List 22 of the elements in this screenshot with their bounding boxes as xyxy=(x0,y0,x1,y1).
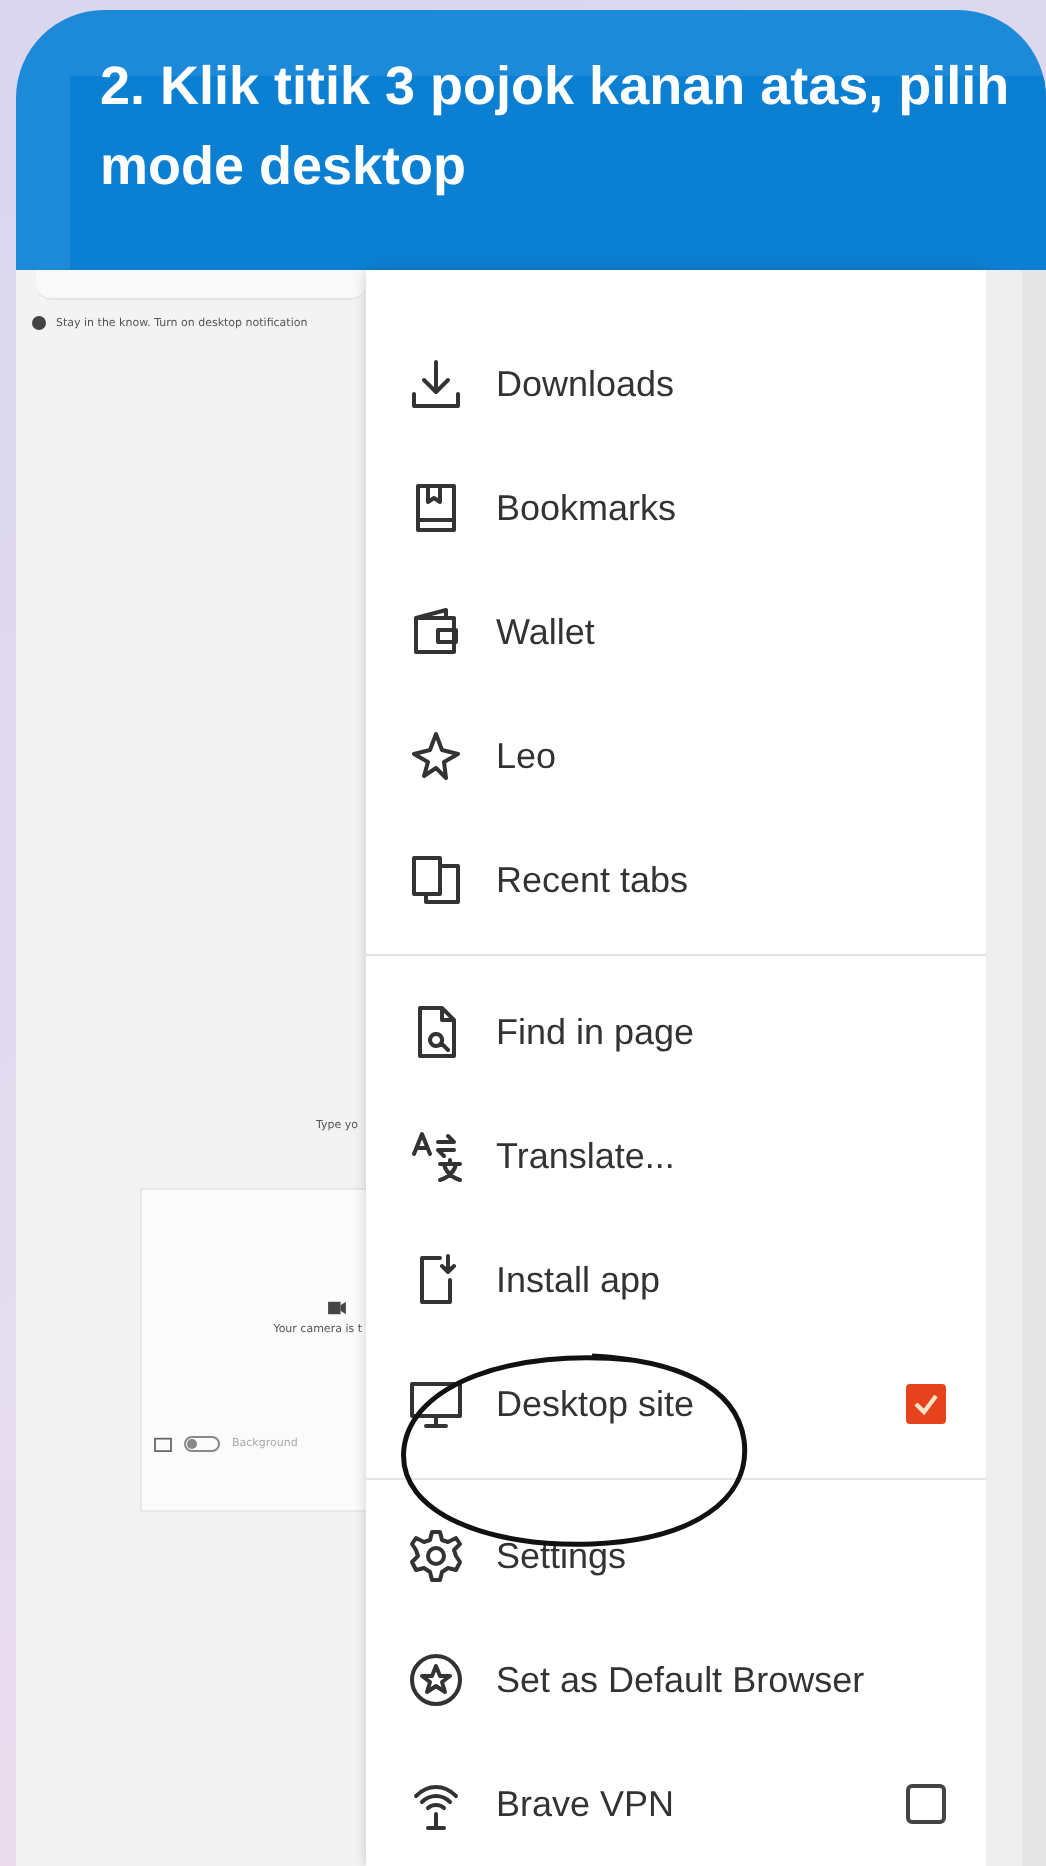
menu-item[interactable]: Leo xyxy=(366,694,986,818)
folder-icon[interactable] xyxy=(154,1436,172,1452)
menu-item[interactable]: Wallet xyxy=(366,570,986,694)
menu-item[interactable]: Desktop site xyxy=(366,1342,986,1466)
settings-icon xyxy=(406,1526,466,1586)
menu-item[interactable]: Bookmarks xyxy=(366,446,986,570)
menu-item[interactable]: Recent tabs xyxy=(366,818,986,942)
menu-item[interactable]: Translate... xyxy=(366,1094,986,1218)
camera-off-icon xyxy=(328,1300,346,1316)
menu-item[interactable]: Install app xyxy=(366,1218,986,1342)
instruction-heading: 2. Klik titik 3 pojok kanan atas, pilih mode desktop xyxy=(100,54,1010,200)
menu-item[interactable]: Brave VPN xyxy=(366,1742,986,1866)
download-icon xyxy=(406,354,466,414)
menu-item[interactable]: Downloads xyxy=(366,322,986,446)
translate-icon xyxy=(406,1126,466,1186)
menu-item[interactable]: Settings xyxy=(366,1494,986,1618)
menu-item[interactable]: Find in page xyxy=(366,970,986,1094)
checkbox[interactable] xyxy=(906,1384,946,1424)
menu-item[interactable]: Set as Default Browser xyxy=(366,1618,986,1742)
checkbox[interactable] xyxy=(906,1784,946,1824)
toggle-switch[interactable] xyxy=(184,1436,220,1452)
tabs-icon xyxy=(406,850,466,910)
